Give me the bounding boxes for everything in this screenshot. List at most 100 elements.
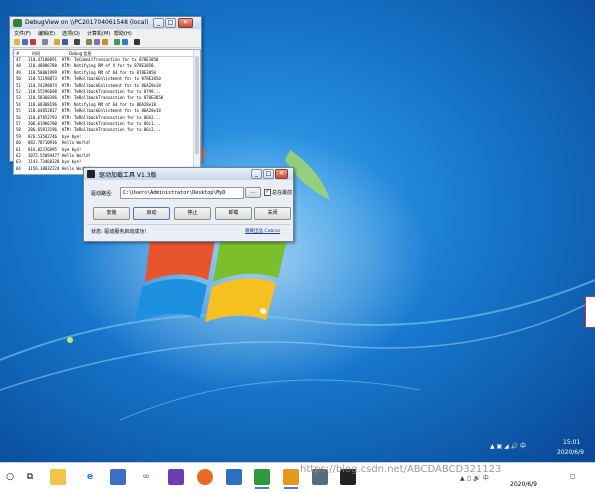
tray-icons[interactable]: ▲ ◻ 🔊 中 (460, 473, 489, 482)
app-blue-icon[interactable] (226, 469, 242, 485)
debugview-toolbar (11, 38, 200, 48)
highlight-icon[interactable] (122, 39, 128, 45)
table-row[interactable]: 58 206.65813196 KTM: TmRollbackTransaction… (14, 127, 200, 133)
table-row[interactable]: 47 110.47188891 KTM: TmCommitTransaction f… (14, 57, 200, 63)
table-row[interactable]: 48 110.48806788 KTM: Notifying RM of 4 for… (14, 63, 200, 69)
find-icon[interactable] (42, 39, 48, 45)
capture-kernel-icon[interactable] (102, 39, 108, 45)
filter-icon[interactable] (74, 39, 80, 45)
table-row[interactable]: 52 110.55596698 KTM: TmRollbackTransaction… (14, 89, 200, 95)
driver-loader-window[interactable]: 驱动加载工具 V1.3版 _ □ ✕ 驱动路径: C:\Users\Admini… (83, 167, 294, 242)
menu-options[interactable]: 选项(O) (62, 30, 80, 37)
log-index: 63 (16, 159, 21, 165)
log-time: 110.64852837 (28, 108, 57, 114)
credit-link[interactable]: 耀耀出品 Cobras (245, 228, 280, 234)
log-index: 64 (16, 165, 21, 171)
clock-date[interactable]: 2020/6/9 (510, 481, 537, 488)
close-app-button[interactable]: 关闭 (254, 207, 291, 220)
log-time: 882.78710916 (28, 140, 57, 146)
minimize-button[interactable]: _ (153, 18, 164, 28)
save-icon[interactable] (22, 39, 28, 45)
firefox-icon[interactable] (197, 469, 213, 485)
clear-icon[interactable] (30, 39, 36, 45)
path-label: 驱动路径: (91, 191, 113, 197)
loader-maximize-button[interactable]: □ (263, 169, 274, 179)
side-panel-tab[interactable] (585, 296, 595, 328)
taskbar: ○ ⧉ e ∞ https://blog.csdn.net/ABCDABCD32… (0, 462, 595, 493)
always-on-top-checkbox[interactable]: ✓ (264, 189, 271, 196)
debugview-titlebar[interactable]: DebugView on \\PC201704061548 (local) _ … (10, 17, 201, 29)
edge-icon[interactable]: e (82, 469, 98, 485)
log-time: 110.55596698 (28, 89, 57, 94)
debug-log-list[interactable]: # 时间 Debug 信息 47 110.47188891 KTM: TmCommi… (13, 49, 201, 175)
table-row[interactable]: 59 876.53582746 bye bye! (14, 134, 200, 140)
table-row[interactable]: 53 110.58368396 KTM: TmRollbackTransaction… (14, 95, 200, 101)
open-icon[interactable] (14, 39, 20, 45)
app-green-icon[interactable] (254, 469, 270, 489)
store-icon[interactable] (110, 469, 126, 485)
clock-time[interactable]: 15:01 (563, 439, 580, 446)
log-message: KTM: Notifying RM of 64 for tx 86A28e18 (62, 101, 156, 107)
table-row[interactable]: 60 882.78710916 Hello World! (14, 140, 200, 146)
col-index: # (16, 51, 20, 56)
loader-close-button[interactable]: ✕ (275, 169, 288, 179)
table-row[interactable]: 56 110.67852793 KTM: TmRollbackTransaction… (14, 115, 200, 121)
log-time: 206.65813196 (28, 127, 57, 133)
log-index: 47 (16, 57, 21, 62)
table-row[interactable]: 50 110.51198873 KTM: TmRollbackEnlistment … (14, 76, 200, 82)
menu-edit[interactable]: 编辑(E) (38, 30, 55, 37)
loader-minimize-button[interactable]: _ (251, 169, 262, 179)
log-message: KTM: Notifying RM of 4 for tx 878E3850 (62, 63, 154, 69)
table-row[interactable]: 61 916.02376895 bye bye! (14, 147, 200, 153)
log-message: bye bye! (62, 146, 82, 152)
log-index: 56 (16, 114, 21, 120)
loader-app-icon (87, 170, 95, 178)
stop-button[interactable]: 停止 (174, 207, 211, 220)
binoculars-icon[interactable] (134, 39, 140, 45)
app-orange-icon[interactable] (283, 469, 299, 489)
pass-through-icon[interactable] (114, 39, 120, 45)
debugview-window[interactable]: DebugView on \\PC201704061548 (local) _ … (9, 16, 202, 175)
install-button[interactable]: 安装 (93, 207, 130, 220)
log-time: 110.67852793 (28, 114, 57, 120)
system-tray-upper: ▲ ▣ ◢ 🔊 中 15:01 2020/6/9 (485, 436, 595, 462)
capture-icon[interactable] (54, 39, 60, 45)
log-message: KTM: TmRollbackTransaction for tx 86A2..… (62, 114, 161, 120)
status-text: 状态: 驱动服务启动成功! (91, 229, 147, 235)
start-button[interactable]: 启动 (133, 207, 170, 220)
notification-icon[interactable]: ▢ (570, 473, 576, 480)
clock-date-upper[interactable]: 2020/6/9 (557, 449, 584, 456)
autoscroll-icon[interactable] (62, 39, 68, 45)
task-view-icon[interactable]: ⧉ (22, 469, 38, 485)
table-row[interactable]: 54 110.60388196 KTM: Notifying RM of 64 fo… (14, 102, 200, 108)
scroll-thumb[interactable] (195, 56, 199, 154)
log-message: KTM: TmRollbackEnlistment for tx 86A28e1… (62, 82, 161, 88)
log-message: KTM: TmRollbackEnlistment for tx 878E385… (62, 76, 161, 82)
file-explorer-icon[interactable] (50, 469, 66, 485)
uninstall-button[interactable]: 卸载 (215, 207, 252, 220)
visual-studio-icon[interactable] (168, 469, 184, 485)
loader-titlebar[interactable]: 驱动加载工具 V1.3版 _ □ ✕ (84, 168, 293, 180)
table-row[interactable]: 49 110.50801999 KTM: Notifying RM of 64 fo… (14, 70, 200, 76)
table-row[interactable]: 62 1072.55894477 Hello World! (14, 153, 200, 159)
table-row[interactable]: 51 110.54298874 KTM: TmRollbackEnlistment … (14, 83, 200, 89)
menu-help[interactable]: 帮助(H) (114, 30, 132, 37)
close-button[interactable]: ✕ (178, 18, 193, 28)
log-scrollbar[interactable] (193, 50, 200, 174)
table-row[interactable]: 55 110.64852837 KTM: TmRollbackEnlistment … (14, 108, 200, 114)
search-icon[interactable]: ○ (2, 469, 18, 485)
menu-file[interactable]: 文件(F) (14, 30, 31, 37)
app-network-icon[interactable]: ∞ (138, 469, 154, 485)
maximize-button[interactable]: □ (165, 18, 176, 28)
table-row[interactable]: 57 206.61966780 KTM: TmRollbackTransaction… (14, 121, 200, 127)
log-index: 51 (16, 82, 21, 88)
log-message: KTM: TmRollbackEnlistment for tx 86A28e1… (62, 108, 161, 114)
table-row[interactable]: 63 1143.73468328 bye bye! (14, 159, 200, 165)
tray-icons-upper[interactable]: ▲ ▣ ◢ 🔊 中 (490, 441, 526, 450)
capture-win32-icon[interactable] (94, 39, 100, 45)
menu-computer[interactable]: 计算机(M) (87, 30, 110, 37)
history-icon[interactable] (86, 39, 92, 45)
driver-path-input[interactable]: C:\Users\Administrator\Desktop\MyD (120, 187, 244, 199)
log-message: KTM: TmCommitTransaction for tx 878E3850 (62, 57, 159, 62)
browse-button[interactable]: ... (245, 187, 261, 198)
